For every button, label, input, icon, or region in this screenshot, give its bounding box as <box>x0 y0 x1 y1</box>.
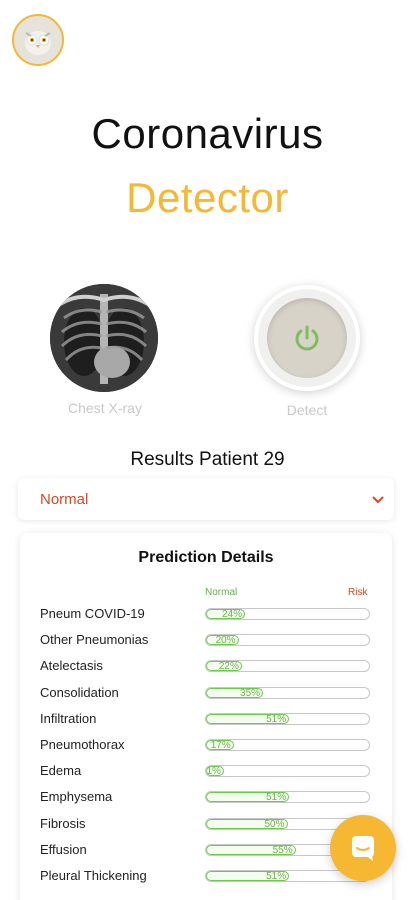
prediction-label: Effusion <box>40 841 87 857</box>
prediction-percent: 11% <box>206 766 221 778</box>
app-title-line2: Detector <box>126 174 289 221</box>
legend-normal: Normal <box>205 587 238 598</box>
prediction-percent: 51% <box>266 870 287 882</box>
prediction-label: Fibrosis <box>40 815 86 831</box>
prediction-percent: 51% <box>266 792 287 804</box>
prediction-bar: 17% <box>205 738 370 751</box>
prediction-bar: 11% <box>205 765 370 778</box>
prediction-bar-fill: 24% <box>206 609 246 620</box>
prediction-percent: 20% <box>215 635 236 647</box>
prediction-bar-fill: 51% <box>206 792 290 804</box>
prediction-row: Edema 11% <box>20 760 392 786</box>
legend-risk: Risk <box>348 587 368 598</box>
chat-button[interactable] <box>330 815 396 881</box>
prediction-bar-fill: 35% <box>206 687 264 699</box>
prediction-row: Atelectasis 22% <box>20 655 392 681</box>
prediction-label: Infiltration <box>40 710 97 726</box>
prediction-bar: 51% <box>205 712 370 725</box>
prediction-label: Other Pneumonias <box>40 632 149 648</box>
prediction-bar: 24% <box>205 608 370 620</box>
prediction-bar-fill: 20% <box>206 635 239 647</box>
prediction-label: Pneumothorax <box>40 736 125 752</box>
result-select-value: Normal <box>40 490 89 508</box>
prediction-bar: 22% <box>205 660 370 673</box>
detect-label: Detect <box>286 402 328 418</box>
chevron-down-icon <box>372 492 384 507</box>
prediction-label: Consolidation <box>40 684 119 700</box>
prediction-row: Pneumothorax 17% <box>20 734 392 760</box>
prediction-row: Other Pneumonias 20% <box>20 629 392 655</box>
prediction-percent: 17% <box>210 739 231 751</box>
xray-image <box>50 284 158 392</box>
prediction-bar: 51% <box>205 791 370 804</box>
prediction-label: Emphysema <box>40 789 113 805</box>
prediction-percent: 55% <box>272 844 293 856</box>
prediction-row: Consolidation 35% <box>20 682 392 708</box>
prediction-details-title: Prediction Details <box>138 549 274 566</box>
prediction-bar-fill: 11% <box>206 766 224 778</box>
prediction-bar-fill: 50% <box>206 818 288 830</box>
prediction-bar-fill: 55% <box>206 844 296 856</box>
prediction-percent: 51% <box>266 713 287 725</box>
power-icon <box>295 325 319 351</box>
prediction-percent: 22% <box>218 661 239 673</box>
xray-label: Chest X-ray <box>68 400 142 416</box>
prediction-bar: 35% <box>205 686 370 699</box>
results-title: Results Patient 29 <box>130 449 285 470</box>
detect-button[interactable] <box>254 285 360 391</box>
prediction-label: Edema <box>40 763 82 779</box>
prediction-bar-fill: 22% <box>206 661 242 673</box>
prediction-bar-fill: 17% <box>206 739 234 751</box>
prediction-percent: 50% <box>264 818 285 830</box>
chest-xray-upload[interactable] <box>50 284 158 392</box>
prediction-label: Atelectasis <box>40 658 103 674</box>
prediction-label: Pneum COVID-19 <box>40 606 145 621</box>
owl-avatar-icon[interactable] <box>12 14 64 66</box>
chat-icon <box>352 836 374 861</box>
prediction-row: Emphysema 51% <box>20 786 392 812</box>
prediction-row: Pneum COVID-19 24% <box>20 603 392 629</box>
prediction-percent: 24% <box>222 609 243 620</box>
prediction-bar-fill: 51% <box>206 713 290 725</box>
prediction-percent: 35% <box>240 687 261 699</box>
prediction-label: Pleural Thickening <box>40 867 147 883</box>
prediction-bar: 20% <box>205 634 370 647</box>
app-title-line1: Coronavirus <box>91 110 324 157</box>
prediction-row: Pleural Thickening 51% <box>20 865 392 891</box>
prediction-bar-fill: 51% <box>206 870 290 882</box>
prediction-row: Infiltration 51% <box>20 708 392 734</box>
detect-button-inner <box>267 298 347 378</box>
result-select[interactable]: Normal <box>18 478 394 520</box>
